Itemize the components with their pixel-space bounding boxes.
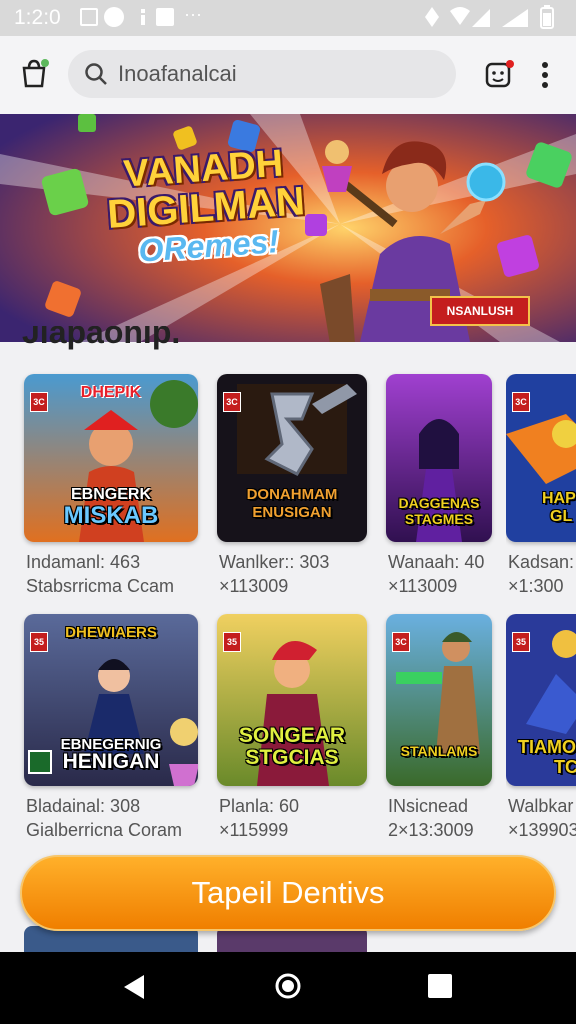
system-navigation-bar (0, 952, 576, 1024)
game-title-line2: MISKAB (63, 502, 159, 529)
top-app-bar: Inoafanalcai (0, 36, 576, 114)
game-meta-line1: Planla: 60 (219, 796, 300, 816)
store-bag-icon[interactable] (20, 58, 50, 93)
section-heading: Jiapaonip. (22, 326, 180, 354)
game-thumbnail[interactable]: DAGGENAS STAGMES (386, 374, 492, 542)
game-title-top: DHEPIK (80, 384, 142, 401)
primary-cta-button[interactable]: Tapeil Dentivs (20, 855, 556, 931)
more-options-icon[interactable] (540, 60, 550, 95)
game-thumbnail[interactable]: HAP GL 3C (506, 374, 576, 542)
banner-badge[interactable]: NSANLUSH (430, 296, 530, 326)
age-rating-tag: 35 (30, 632, 48, 652)
status-bar: 1:2:0 ··· (0, 0, 576, 36)
status-time: 1:2:0 (14, 6, 61, 29)
info-icon (134, 8, 152, 26)
game-thumbnail[interactable]: TIAMO TC 35 (506, 614, 576, 786)
section-heading-text: Jiapaonip. (22, 326, 181, 350)
notification-icon (80, 8, 98, 26)
age-rating-tag: 3C (392, 632, 410, 652)
game-title-line2: ENUSIGAN (252, 504, 332, 521)
game-meta-line1: Bladainal: 308 (26, 796, 141, 816)
game-title-line2: STGCIAS (245, 746, 339, 769)
game-meta-line2: ×139903 (508, 820, 576, 840)
recents-icon[interactable] (428, 974, 452, 998)
wifi-icon (450, 7, 492, 27)
game-thumbnail[interactable]: DHEWIAERS EBNEGERNIG HENIGAN 35 (24, 614, 198, 786)
game-meta-line1: Walbkar (508, 796, 574, 816)
game-meta-line2: ×113009 (388, 576, 458, 596)
signal-icon (500, 7, 530, 27)
message-icon (156, 8, 174, 26)
game-meta-line2: ×1:300 (508, 576, 564, 596)
age-rating-tag: 35 (223, 632, 241, 652)
battery-icon (540, 5, 554, 29)
search-input[interactable]: Inoafanalcai (118, 61, 237, 87)
rating-icon (28, 750, 52, 774)
game-meta-line1: Wanaah: 40 (388, 552, 485, 572)
game-card[interactable]: TIAMO TC 35 Walbkar ×139903 (506, 614, 576, 844)
game-title-top: DHEWIAERS (65, 624, 157, 641)
age-rating-tag: 3C (223, 392, 241, 412)
back-icon[interactable] (122, 974, 146, 1005)
more-notifications-icon: ··· (184, 4, 202, 24)
game-meta-line1: Kadsan: (508, 552, 575, 572)
game-meta-line2: ×115999 (219, 820, 289, 840)
age-rating-tag: 35 (512, 632, 530, 652)
search-bar[interactable]: Inoafanalcai (68, 50, 456, 98)
game-thumbnail[interactable]: SONGEAR STGCIAS 35 (217, 614, 367, 786)
home-icon[interactable] (274, 972, 302, 1005)
age-rating-tag: 3C (512, 392, 530, 412)
game-title-line2: TC (554, 757, 576, 777)
game-meta-line2: 2×13:3009 (388, 820, 474, 840)
game-thumbnail[interactable]: STANLAMS 3C (386, 614, 492, 786)
game-meta-line1: Indamanl: 463 (26, 552, 141, 572)
game-meta-line2: ×113009 (219, 576, 289, 596)
vibrate-icon (424, 7, 442, 27)
game-meta-line2: Gialberricna Coram (26, 820, 183, 840)
banner-title: VANADH DIGILMAN ORemes! (92, 142, 319, 271)
game-title-line1: STANLAMS (400, 743, 478, 759)
profile-icon[interactable] (484, 60, 514, 95)
game-meta-line1: INsicnead (388, 796, 469, 816)
game-thumbnail[interactable]: DHEPIK EBNGERK MISKAB 3C (24, 374, 198, 542)
game-meta-line2: Stabsrricma Ccam (26, 576, 175, 596)
game-card[interactable]: HAP GL 3C Kadsan: ×1:300 (506, 374, 576, 604)
circle-notification-icon (104, 7, 124, 27)
search-icon (84, 62, 108, 91)
game-title-line2: GL (550, 508, 573, 525)
cta-label: Tapeil Dentivs (191, 875, 385, 910)
game-title-line2: STAGMES (404, 511, 474, 527)
game-thumbnail[interactable]: DONAHMAM ENUSIGAN 3C (217, 374, 367, 542)
age-rating-tag: 3C (30, 392, 48, 412)
game-title-line1: TIAMO (518, 737, 576, 757)
game-title-line1: SONGEAR (238, 724, 346, 747)
game-meta-line1: Wanlker:: 303 (219, 552, 330, 572)
